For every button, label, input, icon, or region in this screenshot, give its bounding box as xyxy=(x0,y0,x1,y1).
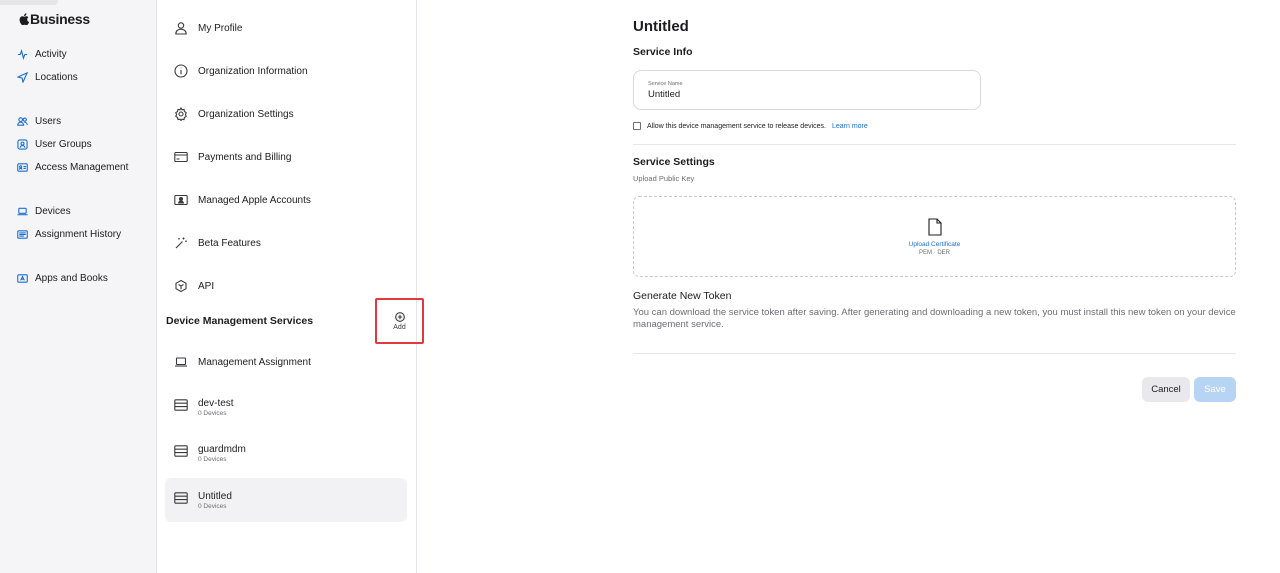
server-icon xyxy=(174,398,188,416)
nav-item-label: Apps and Books xyxy=(35,273,108,284)
activity-icon xyxy=(17,49,28,60)
nav-item-activity[interactable]: Activity xyxy=(17,49,67,60)
divider xyxy=(633,144,1236,145)
upload-certificate-dropzone[interactable]: Upload Certificate PEM · DER xyxy=(633,196,1236,277)
server-icon xyxy=(174,491,188,509)
location-arrow-icon xyxy=(17,72,28,83)
info-icon xyxy=(174,64,188,78)
nav-item-access-management[interactable]: Access Management xyxy=(17,162,128,173)
certificate-formats: PEM · DER xyxy=(918,249,950,256)
apps-icon xyxy=(17,273,28,284)
settings-item-label: Organization Settings xyxy=(198,108,294,120)
window-tab-strip xyxy=(0,0,58,5)
add-service-button[interactable]: Add xyxy=(375,298,424,344)
service-item-dev-test[interactable]: dev-test 0 Devices xyxy=(165,385,407,429)
nav-item-label: Locations xyxy=(35,72,78,83)
user-groups-icon xyxy=(17,139,28,150)
plus-circle-icon xyxy=(394,311,405,322)
nav-item-locations[interactable]: Locations xyxy=(17,72,78,83)
generate-token-description: You can download the service token after… xyxy=(633,307,1236,330)
settings-item-organization-information[interactable]: Organization Information xyxy=(174,64,308,78)
page-title: Untitled xyxy=(633,18,689,35)
settings-item-beta-features[interactable]: Beta Features xyxy=(174,236,261,250)
sidebar-nav: Business Activity Locations Users User G… xyxy=(0,0,157,573)
service-device-count: 0 Devices xyxy=(198,409,227,417)
settings-item-payments-and-billing[interactable]: Payments and Billing xyxy=(174,150,291,164)
apple-logo-icon xyxy=(19,13,29,25)
settings-item-label: Beta Features xyxy=(198,237,261,249)
save-button[interactable]: Save xyxy=(1194,377,1236,402)
service-name-label: Service Name xyxy=(648,81,683,87)
learn-more-link[interactable]: Learn more xyxy=(832,123,868,130)
settings-item-label: Organization Information xyxy=(198,65,308,77)
settings-item-api[interactable]: API xyxy=(174,279,214,293)
section-heading-service-settings: Service Settings xyxy=(633,156,715,168)
settings-list-panel: My Profile Organization Information Orga… xyxy=(157,0,424,573)
nav-item-apps-and-books[interactable]: Apps and Books xyxy=(17,273,108,284)
laptop-icon xyxy=(17,206,28,217)
service-name-value: Untitled xyxy=(648,89,681,100)
divider xyxy=(633,353,1236,354)
nav-item-label: Assignment History xyxy=(35,229,122,240)
add-button-label: Add xyxy=(393,323,406,331)
settings-item-managed-apple-accounts[interactable]: Managed Apple Accounts xyxy=(174,193,311,207)
account-card-icon xyxy=(174,193,188,207)
brand-logo: Business xyxy=(19,11,90,27)
credit-card-icon xyxy=(174,150,188,164)
settings-item-my-profile[interactable]: My Profile xyxy=(174,21,242,35)
settings-item-organization-settings[interactable]: Organization Settings xyxy=(174,107,294,121)
list-card-icon xyxy=(17,229,28,240)
nav-item-users[interactable]: Users xyxy=(17,116,61,127)
service-item-guardmdm[interactable]: guardmdm 0 Devices xyxy=(165,431,407,475)
service-name: dev-test xyxy=(198,397,234,409)
nav-item-label: Devices xyxy=(35,206,71,217)
person-icon xyxy=(174,21,188,35)
allow-release-text: Allow this device management service to … xyxy=(647,122,826,130)
settings-item-label: Management Assignment xyxy=(198,356,311,368)
settings-item-label: My Profile xyxy=(198,22,243,34)
settings-item-management-assignment[interactable]: Management Assignment xyxy=(174,355,311,369)
section-heading-generate-token: Generate New Token xyxy=(633,290,732,302)
users-icon xyxy=(17,116,28,127)
id-card-icon xyxy=(17,162,28,173)
laptop-icon xyxy=(174,355,188,369)
gear-icon xyxy=(174,107,188,121)
nav-item-label: Access Management xyxy=(35,162,129,173)
service-device-count: 0 Devices xyxy=(198,502,227,510)
section-heading-service-info: Service Info xyxy=(633,46,693,58)
api-icon xyxy=(174,279,188,293)
server-icon xyxy=(174,444,188,462)
document-icon xyxy=(927,217,942,236)
brand-name: Business xyxy=(30,11,90,27)
service-item-untitled[interactable]: Untitled 0 Devices xyxy=(165,478,407,522)
upload-certificate-link[interactable]: Upload Certificate xyxy=(909,241,961,248)
settings-item-label: Payments and Billing xyxy=(198,151,292,163)
service-device-count: 0 Devices xyxy=(198,455,227,463)
nav-item-label: Users xyxy=(35,116,62,127)
service-detail-panel: Untitled Service Info Service Name Untit… xyxy=(418,0,1280,573)
settings-item-label: Managed Apple Accounts xyxy=(198,194,311,206)
allow-release-checkbox[interactable] xyxy=(633,122,641,130)
nav-item-assignment-history[interactable]: Assignment History xyxy=(17,229,121,240)
nav-item-devices[interactable]: Devices xyxy=(17,206,71,217)
service-name: guardmdm xyxy=(198,443,246,455)
nav-item-user-groups[interactable]: User Groups xyxy=(17,139,92,150)
settings-item-label: API xyxy=(198,280,215,292)
magic-wand-icon xyxy=(174,236,188,250)
allow-release-row: Allow this device management service to … xyxy=(633,122,868,130)
upload-public-key-label: Upload Public Key xyxy=(633,174,695,183)
cancel-button[interactable]: Cancel xyxy=(1142,377,1190,402)
nav-item-label: Activity xyxy=(35,49,67,60)
service-name: Untitled xyxy=(198,490,232,502)
nav-item-label: User Groups xyxy=(35,139,92,150)
service-name-field[interactable]: Service Name Untitled xyxy=(633,70,981,110)
section-title-device-management-services: Device Management Services xyxy=(166,315,314,327)
